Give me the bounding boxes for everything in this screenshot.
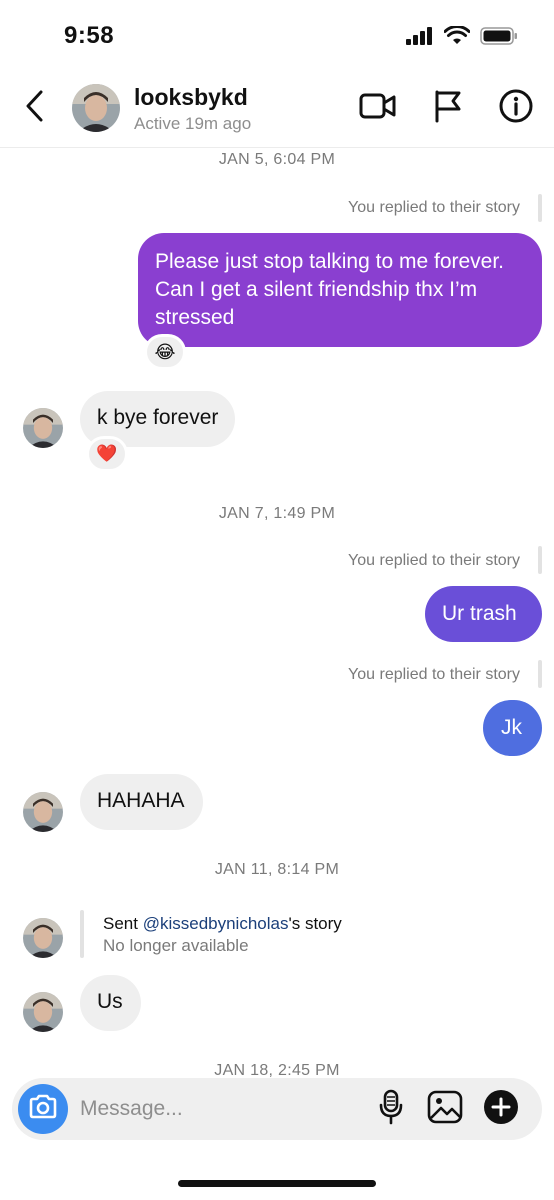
story-sent-line: Sent @kissedbynicholas's story xyxy=(103,914,342,933)
message-input[interactable] xyxy=(80,1088,370,1130)
story-share-bar xyxy=(80,910,84,958)
sender-avatar[interactable] xyxy=(23,918,63,958)
report-button[interactable] xyxy=(428,88,468,128)
story-reply-note: You replied to their story xyxy=(348,552,520,569)
chevron-left-icon xyxy=(24,89,46,128)
message-text: Ur trash xyxy=(442,602,517,625)
header-avatar[interactable] xyxy=(72,84,120,132)
header-active-status: Active 19m ago xyxy=(134,114,252,133)
back-button[interactable] xyxy=(18,88,52,128)
info-button[interactable] xyxy=(496,88,536,128)
battery-icon xyxy=(480,27,518,50)
camera-icon xyxy=(28,1094,58,1125)
status-icons xyxy=(406,25,518,51)
video-call-icon xyxy=(359,92,397,125)
message-reaction[interactable]: 😂 xyxy=(144,334,186,370)
info-icon xyxy=(498,88,534,129)
incoming-message[interactable]: Us xyxy=(80,975,141,1031)
heart-emoji-icon: ❤️ xyxy=(96,444,118,463)
sender-avatar[interactable] xyxy=(23,408,63,448)
outgoing-message[interactable]: Ur trash xyxy=(425,586,542,642)
outgoing-message[interactable]: Jk xyxy=(483,700,542,756)
message-text: HAHAHA xyxy=(97,789,185,812)
video-call-button[interactable] xyxy=(358,88,398,128)
message-composer xyxy=(12,1078,542,1140)
story-reply-bar xyxy=(538,660,542,688)
timestamp-separator: JAN 11, 8:14 PM xyxy=(214,861,340,878)
message-text: k bye forever xyxy=(97,406,219,429)
microphone-icon xyxy=(378,1089,404,1130)
laughing-emoji-icon: 😂 xyxy=(154,341,176,362)
gallery-button[interactable] xyxy=(426,1090,464,1128)
camera-button[interactable] xyxy=(18,1084,68,1134)
timestamp-separator: JAN 5, 6:04 PM xyxy=(218,151,336,168)
voice-message-button[interactable] xyxy=(372,1089,410,1130)
plus-icon xyxy=(483,1089,519,1130)
story-reply-note: You replied to their story xyxy=(348,666,520,683)
outgoing-message[interactable]: Please just stop talking to me forever. … xyxy=(138,233,542,347)
story-reply-bar xyxy=(538,194,542,222)
status-time: 9:58 xyxy=(64,22,115,49)
gallery-icon xyxy=(427,1090,463,1129)
timestamp-separator: JAN 7, 1:49 PM xyxy=(218,505,336,522)
flag-icon xyxy=(433,89,463,128)
sender-avatar[interactable] xyxy=(23,792,63,832)
more-options-button[interactable] xyxy=(482,1089,520,1130)
story-unavailable-text: No longer available xyxy=(103,936,249,955)
incoming-message[interactable]: HAHAHA xyxy=(80,774,203,830)
header-username[interactable]: looksbykd xyxy=(134,84,248,111)
home-indicator xyxy=(178,1180,376,1187)
status-bar: 9:58 xyxy=(0,0,554,72)
story-reply-bar xyxy=(538,546,542,574)
story-reply-note: You replied to their story xyxy=(348,199,520,216)
wifi-icon xyxy=(443,25,471,51)
story-owner-link[interactable]: @kissedbynicholas xyxy=(143,914,289,933)
message-text: Us xyxy=(97,990,123,1013)
shared-story-card[interactable]: Sent @kissedbynicholas's story No longer… xyxy=(103,913,342,957)
message-text: Jk xyxy=(501,716,522,739)
message-reaction[interactable]: ❤️ xyxy=(86,436,128,472)
sender-avatar[interactable] xyxy=(23,992,63,1032)
chat-header: looksbykd Active 19m ago xyxy=(0,72,554,148)
cellular-signal-icon xyxy=(406,27,434,50)
message-text: Please just stop talking to me forever. … xyxy=(155,250,505,329)
